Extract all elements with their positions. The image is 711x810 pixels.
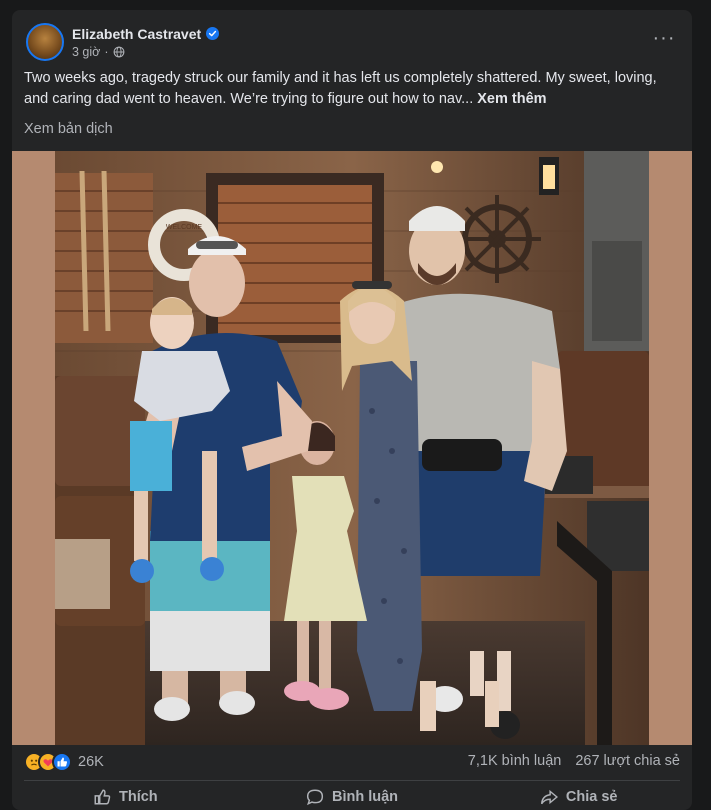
reaction-bar: 26K 7,1K bình luận 267 lượt chia sẻ [12, 746, 692, 778]
like-icon [52, 752, 72, 772]
reaction-count[interactable]: 26K [78, 754, 104, 770]
post-card: Elizabeth Castravet 3 giờ · ··· Two week… [12, 10, 692, 810]
like-button[interactable]: Thích [12, 782, 239, 810]
post-time-row: 3 giờ · [72, 45, 219, 59]
post-text-body: Two weeks ago, tragedy struck our family… [24, 70, 657, 107]
like-button-label: Thích [119, 789, 158, 805]
engagement-stats: 7,1K bình luận 267 lượt chia sẻ [468, 753, 680, 769]
share-button[interactable]: Chia sẻ [465, 782, 692, 810]
post-photo[interactable]: WELCOME [12, 151, 692, 745]
share-icon [540, 789, 558, 805]
post-text: Two weeks ago, tragedy struck our family… [24, 68, 680, 110]
more-options-icon[interactable]: ··· [650, 27, 678, 49]
post-header: Elizabeth Castravet 3 giờ · [26, 22, 220, 62]
verified-badge-icon [206, 27, 220, 40]
comment-count[interactable]: 7,1K bình luận [468, 753, 562, 769]
share-button-label: Chia sẻ [565, 789, 618, 805]
post-time[interactable]: 3 giờ [72, 45, 100, 59]
reaction-summary[interactable]: 26K [24, 752, 104, 772]
table-left [55, 539, 110, 609]
share-count[interactable]: 267 lượt chia sẻ [575, 753, 680, 769]
ship-wheel [453, 195, 541, 283]
globe-icon [113, 46, 124, 57]
action-divider [24, 780, 680, 781]
life-ring-text: WELCOME [166, 224, 203, 231]
action-bar: Thích Bình luận Chia sẻ [12, 782, 692, 810]
author-name[interactable]: Elizabeth Castravet [72, 26, 201, 42]
time-separator: · [104, 44, 109, 59]
comment-icon [306, 789, 324, 806]
comment-button[interactable]: Bình luận [239, 782, 466, 810]
thumbs-up-icon [94, 789, 111, 805]
author-avatar[interactable] [26, 23, 64, 61]
family-photo-illustration: WELCOME [55, 151, 649, 745]
author-meta: Elizabeth Castravet 3 giờ · [72, 26, 220, 59]
see-more-link[interactable]: Xem thêm [477, 91, 546, 107]
comment-button-label: Bình luận [331, 789, 399, 805]
author-name-row: Elizabeth Castravet [72, 26, 220, 42]
translate-link[interactable]: Xem bản dịch [24, 121, 113, 137]
